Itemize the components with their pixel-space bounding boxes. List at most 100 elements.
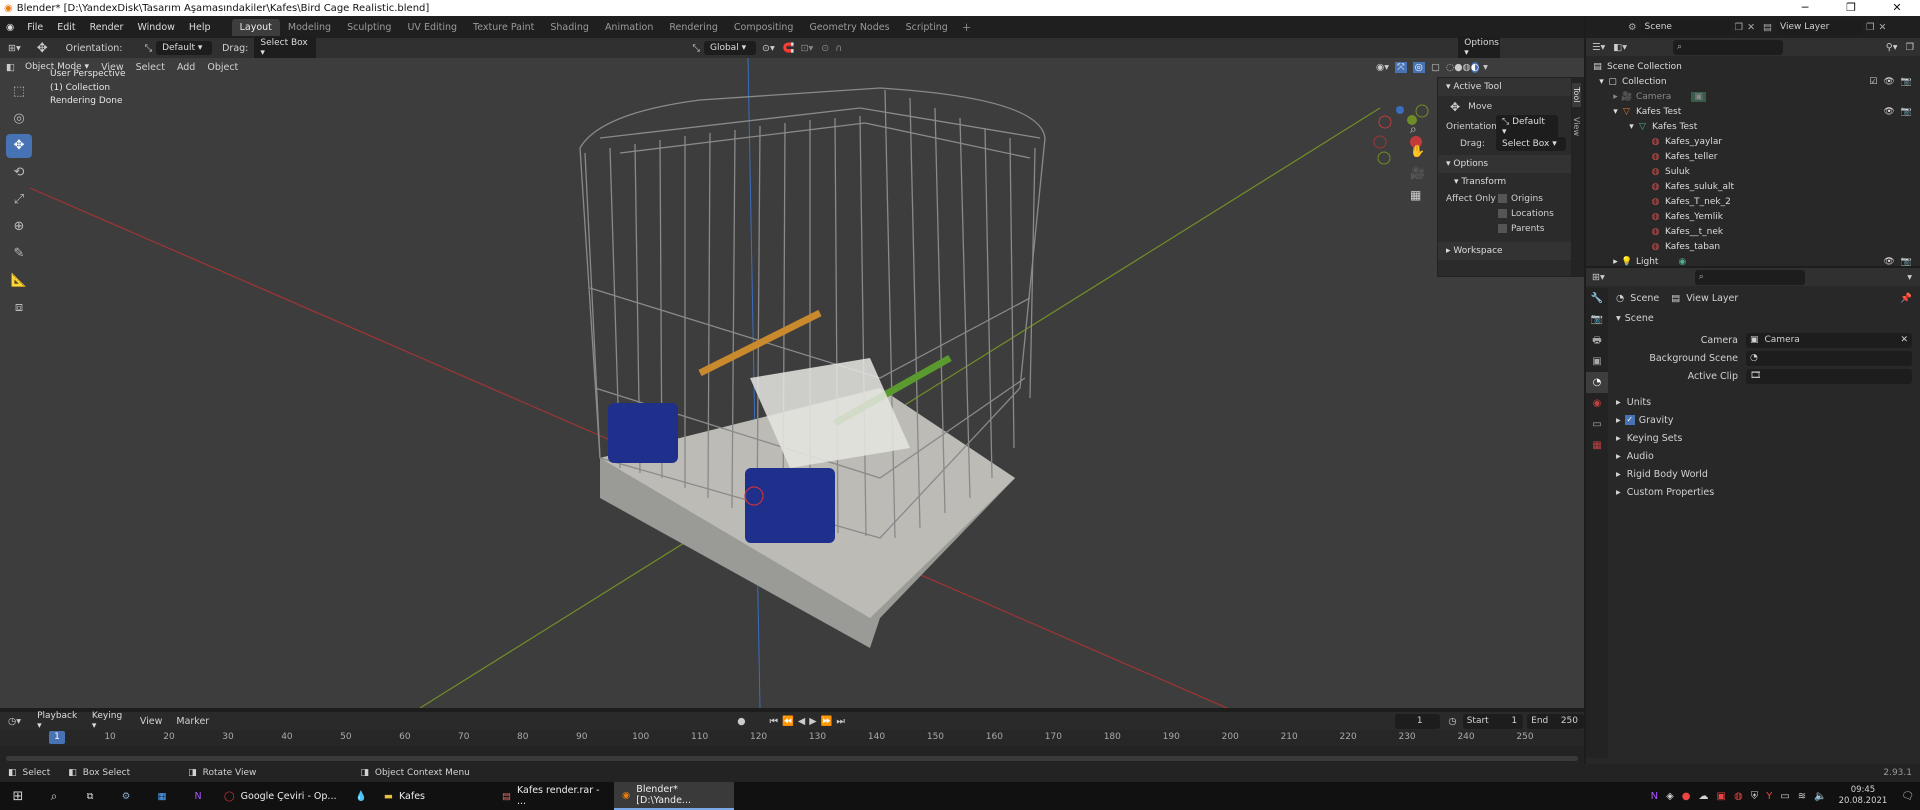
tab-modeling[interactable]: Modeling xyxy=(280,19,339,36)
display-mode-icon[interactable]: ◧▾ xyxy=(1613,42,1627,53)
taskbar-app-blender[interactable]: ◉ Blender* [D:\Yande... xyxy=(614,782,734,810)
calculator-icon[interactable]: ▦ xyxy=(144,791,180,802)
task-view-icon[interactable]: ⧉ xyxy=(72,791,108,802)
pan-hand-icon[interactable]: ✋ xyxy=(1410,140,1430,162)
light-row[interactable]: ▸ 💡 Light ◉ 👁 📷 xyxy=(1592,254,1920,269)
render-properties-icon[interactable]: 📷 xyxy=(1586,309,1608,330)
menu-select[interactable]: Select xyxy=(130,62,171,73)
clear-camera-icon[interactable]: ✕ xyxy=(1900,335,1908,345)
menu-marker[interactable]: Marker xyxy=(176,716,209,727)
xray-icon[interactable]: ▢ xyxy=(1431,62,1440,73)
new-collection-icon[interactable]: ❐ xyxy=(1905,42,1914,53)
taskbar-app-kafes-folder[interactable]: ▬ Kafes xyxy=(376,782,494,810)
search-taskbar-icon[interactable]: ⌕ xyxy=(36,789,72,804)
shading-options-icon[interactable]: ▾ xyxy=(1483,62,1488,73)
tray-wifi-icon[interactable]: ≋ xyxy=(1798,791,1806,802)
tray-app-icon[interactable]: ● xyxy=(1682,791,1691,802)
close-button[interactable]: ✕ xyxy=(1874,0,1920,16)
play-icon[interactable]: ▶ xyxy=(809,716,816,727)
menu-edit[interactable]: Edit xyxy=(50,22,82,33)
properties-editor-icon[interactable]: ⊞▾ xyxy=(1592,272,1605,283)
camera-row[interactable]: ▸ 🎥 Camera ▣ xyxy=(1592,89,1920,104)
blender-menu-icon[interactable]: ◉ xyxy=(0,22,20,33)
scene-section-header[interactable]: ▾ Scene xyxy=(1616,309,1912,327)
view-layer-field[interactable]: View Layer xyxy=(1776,19,1863,35)
camera-view-icon[interactable]: 🎥 xyxy=(1410,162,1430,184)
scale-icon[interactable]: ⤢ xyxy=(6,188,32,212)
rotate-icon[interactable]: ⟲ xyxy=(6,161,32,185)
start-frame-field[interactable]: Start 1 xyxy=(1462,713,1524,729)
pin-icon[interactable]: 📌 xyxy=(1900,293,1912,304)
parents-checkbox[interactable] xyxy=(1498,224,1507,233)
drag-dropdown[interactable]: Select Box ▾ xyxy=(254,36,317,60)
tray-pdf-icon[interactable]: ▣ xyxy=(1717,791,1726,802)
tab-animation[interactable]: Animation xyxy=(597,19,661,36)
timeline-editor-icon[interactable]: ◷▾ xyxy=(8,716,21,727)
tab-view[interactable]: View xyxy=(1572,113,1581,140)
tray-shield-icon[interactable]: ⛨ xyxy=(1751,791,1759,802)
tab-sculpting[interactable]: Sculpting xyxy=(339,19,399,36)
kafes-mesh-row[interactable]: ▾ ▽ Kafes Test xyxy=(1592,119,1920,134)
transform-header[interactable]: ▾ Transform xyxy=(1438,173,1571,191)
custom-properties-section[interactable]: ▸ Custom Properties xyxy=(1616,483,1912,501)
next-key-icon[interactable]: ⏩ xyxy=(821,716,833,727)
snap-icon[interactable]: 🧲 xyxy=(783,43,795,54)
tab-texture-paint[interactable]: Texture Paint xyxy=(465,19,542,36)
clock[interactable]: 09:45 20.08.2021 xyxy=(1839,785,1888,807)
jump-end-icon[interactable]: ⏭ xyxy=(836,716,845,727)
camera-field[interactable]: ▣ Camera ✕ xyxy=(1745,332,1912,348)
collection-row[interactable]: ▾ ▢ Collection ☑ 👁 📷 xyxy=(1592,74,1920,89)
active-tool-header[interactable]: ▾ Active Tool xyxy=(1438,78,1571,96)
properties-search-input[interactable]: ⌕ xyxy=(1694,269,1805,285)
background-scene-field[interactable]: ◔ xyxy=(1745,350,1912,366)
onenote-icon[interactable]: N xyxy=(180,791,216,802)
material-row[interactable]: ◍ Suluk xyxy=(1592,164,1920,179)
options-header[interactable]: ▾ Options xyxy=(1438,155,1571,173)
light-render-icon[interactable]: 📷 xyxy=(1901,257,1912,267)
material-row[interactable]: ◍ Kafes_yaylar xyxy=(1592,134,1920,149)
texture-properties-icon[interactable]: ▦ xyxy=(1586,435,1608,456)
solid-shading-icon[interactable]: ● xyxy=(1454,62,1462,73)
tab-compositing[interactable]: Compositing xyxy=(726,19,802,36)
annotate-icon[interactable]: ✎ xyxy=(6,242,32,266)
gravity-section[interactable]: ▸ ✓ Gravity xyxy=(1616,411,1912,429)
tray-yandex-icon[interactable]: Y xyxy=(1766,791,1772,802)
tab-rendering[interactable]: Rendering xyxy=(661,19,726,36)
tab-geometry-nodes[interactable]: Geometry Nodes xyxy=(801,19,897,36)
material-row[interactable]: ◍ Kafes__t_nek xyxy=(1592,224,1920,239)
tray-network-icon[interactable]: ▭ xyxy=(1780,791,1789,802)
droplet-app-icon[interactable]: 💧 xyxy=(346,791,376,802)
editor-type-icon[interactable]: ⊞▾ xyxy=(8,43,21,54)
tray-apple-icon[interactable]: ◍ xyxy=(1734,791,1743,802)
rendered-shading-icon[interactable]: ◐ xyxy=(1470,61,1480,73)
material-row[interactable]: ◍ Kafes_taban xyxy=(1592,239,1920,254)
material-row[interactable]: ◍ Kafes_suluk_alt xyxy=(1592,179,1920,194)
taskbar-app-winrar[interactable]: ▤ Kafes render.rar - ... xyxy=(494,782,614,810)
add-workspace-icon[interactable]: ＋ xyxy=(956,20,978,34)
orientation-dropdown[interactable]: Default ▾ xyxy=(156,41,213,55)
measure-icon[interactable]: 📐 xyxy=(6,269,32,293)
active-clip-field[interactable]: 🎞 xyxy=(1745,368,1912,384)
menu-render[interactable]: Render xyxy=(83,22,131,33)
tray-onenote-icon[interactable]: N xyxy=(1651,791,1658,802)
scene-field[interactable]: Scene xyxy=(1640,19,1731,35)
light-eye-icon[interactable]: 👁 xyxy=(1883,257,1894,267)
tab-shading[interactable]: Shading xyxy=(542,19,597,36)
viewport-editor-icon[interactable]: ◧ xyxy=(6,62,15,73)
outliner-editor-icon[interactable]: ☰▾ xyxy=(1592,42,1605,53)
material-row[interactable]: ◍ Kafes_teller xyxy=(1592,149,1920,164)
menu-help[interactable]: Help xyxy=(182,22,218,33)
outliner-search-input[interactable]: ⌕ xyxy=(1673,39,1784,55)
view-layer-properties-icon[interactable]: ▣ xyxy=(1586,351,1608,372)
output-properties-icon[interactable]: 🖶 xyxy=(1586,330,1608,351)
proportional-edit-icon[interactable]: ⊙ xyxy=(821,43,829,54)
falloff-icon[interactable]: ∩ xyxy=(835,43,842,54)
world-properties-icon[interactable]: ◉ xyxy=(1586,393,1608,414)
maximize-button[interactable]: ❐ xyxy=(1828,0,1874,16)
move-icon[interactable]: ✥ xyxy=(6,134,32,158)
gravity-checkbox[interactable]: ✓ xyxy=(1624,415,1635,425)
pivot-icon[interactable]: ⊙▾ xyxy=(762,43,775,54)
menu-add[interactable]: Add xyxy=(171,62,201,73)
kafes-render-icon[interactable]: 📷 xyxy=(1901,107,1912,117)
tray-steam-icon[interactable]: ◈ xyxy=(1666,791,1674,802)
